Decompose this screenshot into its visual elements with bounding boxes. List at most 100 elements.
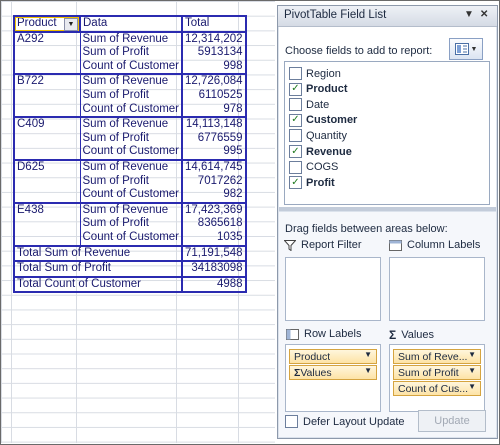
close-icon[interactable]: ✕ (480, 9, 488, 20)
measure-cell[interactable]: Sum of Revenue (80, 31, 184, 47)
product-cell[interactable]: B722 (13, 73, 81, 89)
grand-total-row[interactable]: Total Count of Customer 4988 (12, 275, 247, 294)
value-cell[interactable]: 982 (182, 188, 247, 203)
row-label-item[interactable]: Σ Values ▼ (289, 365, 377, 380)
product-cell[interactable]: D625 (13, 158, 81, 175)
grand-total-row[interactable]: Total Sum of Revenue 71,191,548 (12, 244, 247, 262)
measure-cell[interactable]: Sum of Revenue (80, 158, 184, 175)
dropdown-arrow-icon[interactable]: ▼ (468, 350, 476, 359)
defer-layout-update[interactable]: Defer Layout Update (285, 415, 405, 428)
pivot-table[interactable]: Product ▼ Data Total A292 Sum of Revenue 12,31… (12, 15, 247, 294)
measure-cell[interactable]: Sum of Profit (80, 217, 184, 231)
dropdown-arrow-icon[interactable]: ▼ (468, 366, 476, 375)
product-cell-empty[interactable] (13, 217, 81, 231)
table-row[interactable]: Sum of Profit 8365618 (13, 217, 247, 231)
table-row[interactable]: Count of Customer 995 (13, 145, 247, 160)
table-row[interactable]: Sum of Profit 6110525 (13, 88, 247, 103)
value-item[interactable]: Sum of Profit ▼ (393, 365, 481, 380)
field-item-quantity[interactable]: Quantity (289, 128, 347, 143)
row-labels-area[interactable]: Product ▼ Σ Values ▼ (285, 344, 381, 412)
unchecked-checkbox[interactable] (289, 160, 302, 174)
table-row[interactable]: Count of Customer 978 (13, 102, 247, 118)
field-item-date[interactable]: Date (289, 97, 329, 112)
field-item-revenue[interactable]: ✓ Revenue (289, 144, 352, 159)
row-label-item[interactable]: Product ▼ (289, 349, 377, 364)
value-cell[interactable]: 1035 (182, 230, 247, 246)
measure-cell[interactable]: Sum of Revenue (80, 116, 184, 132)
column-labels-area[interactable] (389, 257, 485, 321)
value-item[interactable]: Count of Cus... ▼ (393, 381, 481, 396)
report-filter-area[interactable] (285, 257, 381, 321)
grand-total-label[interactable]: Total Count of Customer (12, 275, 184, 294)
grand-total-value[interactable]: 71,191,548 (182, 244, 247, 262)
checked-checkbox[interactable]: ✓ (289, 176, 302, 190)
unchecked-checkbox[interactable] (289, 129, 302, 143)
value-cell[interactable]: 8365618 (182, 217, 247, 231)
value-cell[interactable]: 12,314,202 (182, 31, 247, 47)
table-row[interactable]: Count of Customer 998 (13, 59, 247, 75)
value-cell[interactable]: 17,423,369 (182, 201, 247, 218)
product-cell-empty[interactable] (13, 131, 81, 146)
value-cell[interactable]: 998 (182, 59, 247, 75)
measure-cell[interactable]: Count of Customer (80, 230, 184, 246)
field-item-customer[interactable]: ✓ Customer (289, 113, 357, 128)
value-cell[interactable]: 14,614,745 (182, 158, 247, 175)
unchecked-checkbox[interactable] (289, 67, 302, 80)
value-cell[interactable]: 7017262 (182, 174, 247, 189)
product-cell-empty[interactable] (13, 230, 81, 246)
values-area[interactable]: Sum of Reve... ▼ Sum of Profit ▼ Count of Cu… (389, 344, 485, 412)
product-cell-empty[interactable] (13, 188, 81, 203)
product-cell[interactable]: C409 (13, 116, 81, 132)
table-row[interactable]: E438 Sum of Revenue 17,423,369 (13, 201, 247, 218)
measure-cell[interactable]: Sum of Revenue (80, 201, 184, 218)
value-cell[interactable]: 995 (182, 145, 247, 160)
layout-options-button[interactable]: ▼ (449, 38, 483, 60)
table-row[interactable]: Sum of Profit 6776559 (13, 131, 247, 146)
row-field-header[interactable]: Product ▼ (13, 15, 81, 33)
table-row[interactable]: B722 Sum of Revenue 12,726,084 (13, 73, 247, 89)
product-cell-empty[interactable] (13, 59, 81, 75)
checked-checkbox[interactable]: ✓ (289, 113, 302, 127)
measure-cell[interactable]: Count of Customer (80, 188, 184, 203)
table-row[interactable]: Sum of Profit 5913134 (13, 46, 247, 60)
table-row[interactable]: C409 Sum of Revenue 14,113,148 (13, 116, 247, 132)
grand-total-value[interactable]: 34183098 (182, 260, 247, 277)
grand-total-label[interactable]: Total Sum of Profit (12, 260, 184, 277)
filter-dropdown-icon[interactable]: ▼ (64, 18, 78, 31)
defer-checkbox[interactable] (285, 415, 298, 428)
value-cell[interactable]: 6776559 (182, 131, 247, 146)
measure-cell[interactable]: Sum of Profit (80, 88, 184, 103)
product-cell-empty[interactable] (13, 46, 81, 60)
product-cell-empty[interactable] (13, 174, 81, 189)
measure-cell[interactable]: Count of Customer (80, 102, 184, 118)
dropdown-arrow-icon[interactable]: ▼ (468, 382, 476, 391)
table-row[interactable]: D625 Sum of Revenue 14,614,745 (13, 158, 247, 175)
field-item-cogs[interactable]: COGS (289, 160, 338, 175)
table-row[interactable]: Count of Customer 982 (13, 188, 247, 203)
dropdown-arrow-icon[interactable]: ▼ (364, 350, 372, 359)
field-item-product[interactable]: ✓ Product (289, 82, 348, 97)
product-cell-empty[interactable] (13, 145, 81, 160)
measure-cell[interactable]: Sum of Revenue (80, 73, 184, 89)
table-row[interactable]: A292 Sum of Revenue 12,314,202 (13, 31, 247, 47)
table-row[interactable]: Count of Customer 1035 (13, 230, 247, 246)
table-row[interactable]: Sum of Profit 7017262 (13, 174, 247, 189)
unchecked-checkbox[interactable] (289, 98, 302, 112)
dropdown-arrow-icon[interactable]: ▼ (364, 366, 372, 375)
product-cell-empty[interactable] (13, 102, 81, 118)
value-item[interactable]: Sum of Reve... ▼ (393, 349, 481, 364)
grand-total-value[interactable]: 4988 (182, 275, 247, 294)
value-cell[interactable]: 12,726,084 (182, 73, 247, 89)
grand-total-label[interactable]: Total Sum of Revenue (12, 244, 184, 262)
checked-checkbox[interactable]: ✓ (289, 82, 302, 96)
product-cell[interactable]: A292 (13, 31, 81, 47)
measure-cell[interactable]: Count of Customer (80, 145, 184, 160)
measure-cell[interactable]: Count of Customer (80, 59, 184, 75)
field-item-profit[interactable]: ✓ Profit (289, 175, 335, 190)
value-cell[interactable]: 5913134 (182, 46, 247, 60)
checked-checkbox[interactable]: ✓ (289, 145, 302, 158)
measure-cell[interactable]: Sum of Profit (80, 46, 184, 60)
update-button[interactable]: Update (418, 410, 486, 432)
grand-total-row[interactable]: Total Sum of Profit 34183098 (12, 260, 247, 277)
measure-cell[interactable]: Sum of Profit (80, 131, 184, 146)
